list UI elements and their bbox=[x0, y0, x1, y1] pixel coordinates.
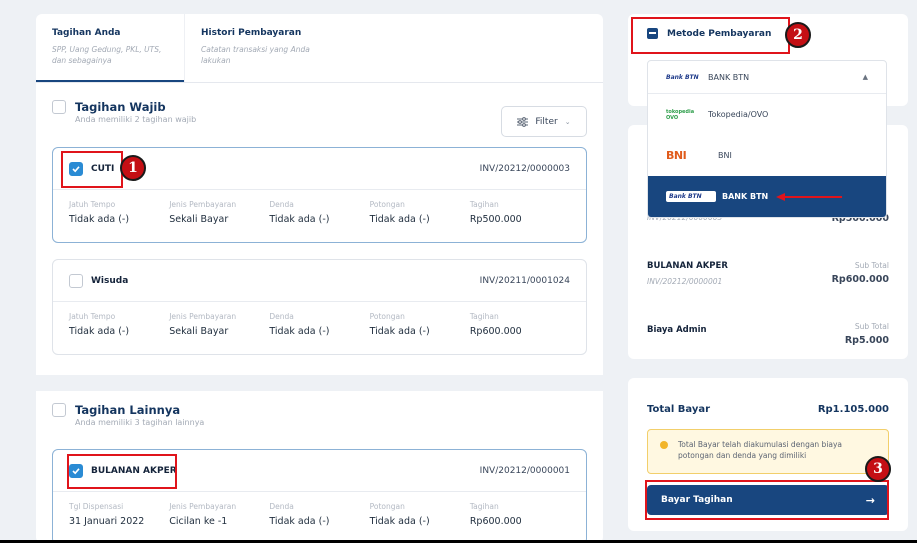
col-label: Denda bbox=[269, 312, 294, 321]
section-title: Tagihan Lainnya bbox=[75, 403, 181, 417]
filter-label: Filter bbox=[535, 116, 558, 127]
col-label: Jatuh Tempo bbox=[69, 312, 116, 321]
annotation-arrow bbox=[776, 192, 843, 201]
bill-invoice: INV/20212/0000003 bbox=[479, 163, 570, 174]
step-badge-1: 1 bbox=[120, 155, 146, 181]
payment-type-value: Sekali Bayar bbox=[169, 214, 229, 225]
col-label: Jenis Pembayaran bbox=[169, 200, 237, 209]
subtotal-value: Rp600.000 bbox=[831, 274, 889, 285]
info-text: Total Bayar telah diakumulasi dengan bia… bbox=[678, 440, 843, 460]
section-divider bbox=[36, 375, 603, 391]
admin-fee-label: Biaya Admin bbox=[647, 325, 707, 335]
summary-invoice: INV/20212/0000001 bbox=[647, 277, 723, 286]
chevron-down-icon: ⌄ bbox=[564, 117, 571, 126]
bill-name: Wisuda bbox=[91, 275, 129, 286]
total-value: Rp1.105.000 bbox=[817, 404, 889, 415]
highlight-box-cuti bbox=[61, 151, 123, 188]
total-label: Total Bayar bbox=[647, 404, 711, 415]
tab-title: Histori Pembayaran bbox=[201, 28, 302, 38]
col-label: Potongan bbox=[369, 502, 405, 511]
due-date-value: Tidak ada (-) bbox=[69, 326, 130, 337]
col-label: Denda bbox=[269, 502, 294, 511]
fine-value: Tidak ada (-) bbox=[269, 516, 330, 527]
tab-description: Catatan transaksi yang Anda lakukan bbox=[201, 45, 310, 65]
summary-row-bulanan-akper: BULANAN AKPER INV/20212/0000001 Sub Tota… bbox=[647, 261, 889, 286]
filter-button[interactable]: Filter ⌄ bbox=[501, 106, 587, 137]
option-bni[interactable]: BNI BNI bbox=[648, 135, 886, 176]
bank-btn-logo: Bank BTN bbox=[666, 73, 699, 81]
highlight-box-bulanan bbox=[67, 454, 177, 489]
section-subtitle: Anda memiliki 3 tagihan lainnya bbox=[75, 418, 205, 427]
dropdown-selected[interactable]: Bank BTN BANK BTN ▲ bbox=[648, 61, 886, 94]
col-label: Tagihan bbox=[469, 312, 499, 321]
col-label: Jenis Pembayaran bbox=[169, 502, 237, 511]
option-tokopedia-ovo[interactable]: tokopedia OVO Tokopedia/OVO bbox=[648, 94, 886, 135]
col-label: Denda bbox=[269, 200, 294, 209]
highlight-box-metode bbox=[631, 17, 790, 54]
payment-type-value: Sekali Bayar bbox=[169, 326, 229, 337]
tokopedia-ovo-logo: tokopedia OVO bbox=[666, 108, 695, 121]
total-row: Total Bayar Rp1.105.000 bbox=[647, 404, 889, 415]
discount-value: Tidak ada (-) bbox=[369, 214, 430, 225]
bill-card-wisuda[interactable]: Wisuda INV/20211/0001024 Jatuh Tempo Tida… bbox=[52, 259, 587, 355]
tab-tagihan-anda[interactable]: Tagihan Anda SPP, Uang Gedung, PKL, UTS,… bbox=[36, 14, 184, 82]
bni-logo: BNI bbox=[666, 149, 687, 162]
select-all-wajib-checkbox[interactable] bbox=[52, 100, 66, 114]
col-label: Jenis Pembayaran bbox=[169, 312, 237, 321]
amount-value: Rp600.000 bbox=[469, 516, 522, 527]
step-badge-3: 3 bbox=[865, 456, 891, 482]
section-title: Tagihan Wajib bbox=[75, 100, 166, 114]
bill-checkbox[interactable] bbox=[69, 273, 83, 288]
filter-icon bbox=[517, 116, 529, 127]
select-all-lainnya-checkbox[interactable] bbox=[52, 403, 66, 417]
col-label: Tgl Dispensasi bbox=[69, 502, 124, 511]
col-label: Potongan bbox=[369, 200, 405, 209]
bill-invoice: INV/20212/0000001 bbox=[479, 465, 570, 476]
fine-value: Tidak ada (-) bbox=[269, 214, 330, 225]
bill-invoice: INV/20211/0001024 bbox=[479, 275, 570, 286]
info-dot-icon bbox=[660, 441, 668, 449]
bills-tabs: Tagihan Anda SPP, Uang Gedung, PKL, UTS,… bbox=[36, 14, 603, 83]
option-label: Tokopedia/OVO bbox=[708, 110, 769, 119]
selected-method-label: BANK BTN bbox=[708, 72, 750, 82]
dispensation-date-value: 31 Januari 2022 bbox=[69, 516, 145, 527]
option-label: BANK BTN bbox=[722, 192, 769, 201]
bank-btn-logo: Bank BTN bbox=[666, 191, 716, 202]
discount-value: Tidak ada (-) bbox=[369, 326, 430, 337]
col-label: Potongan bbox=[369, 312, 405, 321]
col-label: Tagihan bbox=[469, 502, 499, 511]
summary-item-name: BULANAN AKPER bbox=[647, 261, 728, 271]
tagihan-wajib-header: Tagihan Wajib Anda memiliki 2 tagihan wa… bbox=[52, 100, 196, 124]
option-bank-btn[interactable]: Bank BTN BANK BTN bbox=[648, 176, 886, 217]
summary-row-admin: Biaya Admin Sub Total Rp5.000 bbox=[647, 322, 889, 346]
option-label: BNI bbox=[718, 151, 732, 160]
tagihan-lainnya-header: Tagihan Lainnya Anda memiliki 3 tagihan … bbox=[52, 403, 204, 427]
subtotal-label: Sub Total bbox=[854, 322, 889, 331]
amount-value: Rp500.000 bbox=[469, 214, 522, 225]
chevron-up-icon: ▲ bbox=[862, 73, 868, 81]
col-label: Jatuh Tempo bbox=[69, 200, 116, 209]
amount-value: Rp600.000 bbox=[469, 326, 522, 337]
due-date-value: Tidak ada (-) bbox=[69, 214, 130, 225]
total-info-note: Total Bayar telah diakumulasi dengan bia… bbox=[647, 429, 889, 474]
payment-type-value: Cicilan ke -1 bbox=[169, 516, 228, 527]
tab-title: Tagihan Anda bbox=[52, 28, 121, 38]
discount-value: Tidak ada (-) bbox=[369, 516, 430, 527]
subtotal-label: Sub Total bbox=[854, 261, 889, 270]
admin-fee-value: Rp5.000 bbox=[844, 335, 889, 346]
fine-value: Tidak ada (-) bbox=[269, 326, 330, 337]
section-subtitle: Anda memiliki 2 tagihan wajib bbox=[75, 115, 197, 124]
tab-histori-pembayaran[interactable]: Histori Pembayaran Catatan transaksi yan… bbox=[184, 14, 332, 82]
col-label: Tagihan bbox=[469, 200, 499, 209]
step-badge-2: 2 bbox=[785, 22, 811, 48]
payment-method-dropdown[interactable]: Bank BTN BANK BTN ▲ tokopedia OVO Tokope… bbox=[647, 60, 887, 218]
tab-description: SPP, Uang Gedung, PKL, UTS, dan sebagain… bbox=[52, 45, 162, 65]
highlight-box-pay bbox=[645, 480, 889, 520]
